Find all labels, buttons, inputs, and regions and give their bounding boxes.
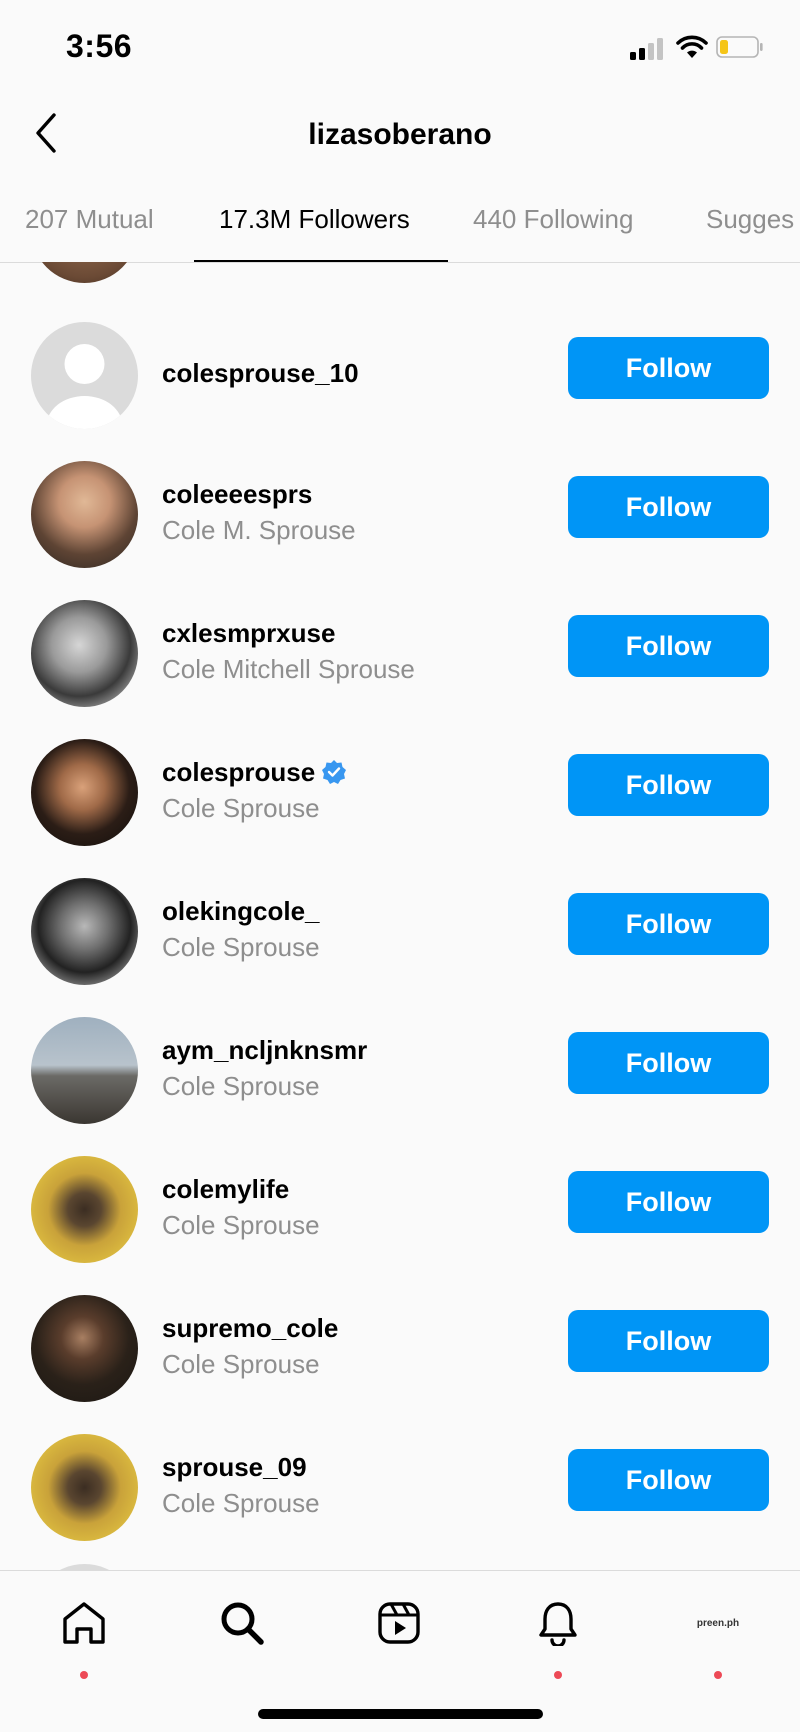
list-item[interactable]: aym_ncljnknsmr Cole Sprouse Follow bbox=[0, 1001, 800, 1140]
partial-avatar bbox=[31, 262, 138, 283]
nav-reels[interactable] bbox=[369, 1593, 429, 1653]
status-time: 3:56 bbox=[66, 28, 133, 64]
default-avatar[interactable] bbox=[31, 322, 138, 429]
notifications-icon bbox=[539, 1602, 577, 1646]
verified-badge-icon bbox=[322, 760, 347, 784]
avatar[interactable] bbox=[31, 1295, 138, 1402]
username[interactable]: coleeeesprs bbox=[162, 479, 312, 510]
follow-button[interactable]: Follow bbox=[568, 476, 769, 538]
follow-button[interactable]: Follow bbox=[568, 1310, 769, 1372]
profile-avatar: preen.ph bbox=[696, 1617, 740, 1629]
list-item[interactable]: colemylife Cole Sprouse Follow bbox=[0, 1140, 800, 1279]
avatar[interactable] bbox=[31, 1434, 138, 1541]
nav-search[interactable] bbox=[212, 1593, 272, 1653]
username[interactable]: aym_ncljnknsmr bbox=[162, 1035, 367, 1066]
avatar[interactable] bbox=[31, 461, 138, 568]
bottom-nav: preen.ph bbox=[0, 1570, 800, 1732]
list-item[interactable]: cxlesmprxuse Cole Mitchell Sprouse Follo… bbox=[0, 584, 800, 723]
page-title: lizasoberano bbox=[308, 118, 492, 151]
home-indicator[interactable] bbox=[258, 1709, 543, 1719]
tab-mutual[interactable]: 207 Mutual bbox=[25, 204, 154, 235]
tab-followers[interactable]: 17.3M Followers bbox=[219, 204, 410, 235]
list-item[interactable]: sprouse_09 Cole Sprouse Follow bbox=[0, 1418, 800, 1557]
nav-home[interactable] bbox=[54, 1593, 114, 1679]
list-item[interactable]: colesprouse Cole Sprouse Follow bbox=[0, 723, 800, 862]
username[interactable]: colesprouse_10 bbox=[162, 358, 359, 389]
full-name: Cole Sprouse bbox=[162, 1349, 320, 1379]
full-name: Cole Sprouse bbox=[162, 1488, 320, 1518]
avatar[interactable] bbox=[31, 1156, 138, 1263]
header: lizasoberano bbox=[0, 90, 800, 182]
notification-dot bbox=[554, 1671, 562, 1679]
list-item[interactable]: coleeeesprs Cole M. Sprouse Follow bbox=[0, 445, 800, 584]
full-name: Cole Sprouse bbox=[162, 1210, 320, 1240]
cellular-signal-icon bbox=[630, 36, 666, 60]
search-icon bbox=[221, 1602, 264, 1645]
full-name: Cole Sprouse bbox=[162, 932, 320, 962]
home-icon bbox=[63, 1602, 105, 1644]
avatar[interactable] bbox=[31, 600, 138, 707]
full-name: Cole Mitchell Sprouse bbox=[162, 654, 415, 684]
notification-dot bbox=[80, 1671, 88, 1679]
tab-following[interactable]: 440 Following bbox=[473, 204, 633, 235]
tab-suggested[interactable]: Sugges bbox=[706, 204, 794, 235]
follow-button[interactable]: Follow bbox=[568, 337, 769, 399]
list-item[interactable]: olekingcole_ Cole Sprouse Follow bbox=[0, 862, 800, 1001]
follow-button[interactable]: Follow bbox=[568, 1449, 769, 1511]
full-name: Cole Sprouse bbox=[162, 793, 320, 823]
username[interactable]: colemylife bbox=[162, 1174, 289, 1205]
follow-button[interactable]: Follow bbox=[568, 754, 769, 816]
username-text[interactable]: colesprouse bbox=[162, 757, 315, 787]
full-name: Cole M. Sprouse bbox=[162, 515, 356, 545]
reels-icon bbox=[378, 1602, 420, 1644]
follow-button[interactable]: Follow bbox=[568, 615, 769, 677]
wifi-icon bbox=[676, 35, 708, 58]
follow-button[interactable]: Follow bbox=[568, 1032, 769, 1094]
avatar[interactable] bbox=[31, 1017, 138, 1124]
nav-notifications[interactable] bbox=[528, 1593, 588, 1679]
username[interactable]: supremo_cole bbox=[162, 1313, 338, 1344]
avatar[interactable] bbox=[31, 739, 138, 846]
followers-list[interactable]: colesprouse_10 Follow coleeeesprs Cole M… bbox=[0, 262, 800, 1570]
nav-profile[interactable]: preen.ph bbox=[688, 1593, 748, 1679]
username[interactable]: cxlesmprxuse bbox=[162, 618, 335, 649]
notification-dot bbox=[714, 1671, 722, 1679]
username[interactable]: olekingcole_ bbox=[162, 896, 320, 927]
status-bar: 3:56 bbox=[0, 0, 800, 90]
follow-button[interactable]: Follow bbox=[568, 893, 769, 955]
list-item[interactable]: supremo_cole Cole Sprouse Follow bbox=[0, 1279, 800, 1418]
avatar[interactable] bbox=[31, 878, 138, 985]
username[interactable]: colesprouse bbox=[162, 757, 347, 788]
username[interactable]: sprouse_09 bbox=[162, 1452, 307, 1483]
battery-icon bbox=[716, 36, 763, 58]
list-item[interactable]: colesprouse_10 Follow bbox=[0, 306, 800, 445]
full-name: Cole Sprouse bbox=[162, 1071, 320, 1101]
tab-bar: 207 Mutual 17.3M Followers 440 Following… bbox=[0, 182, 800, 263]
follow-button[interactable]: Follow bbox=[568, 1171, 769, 1233]
